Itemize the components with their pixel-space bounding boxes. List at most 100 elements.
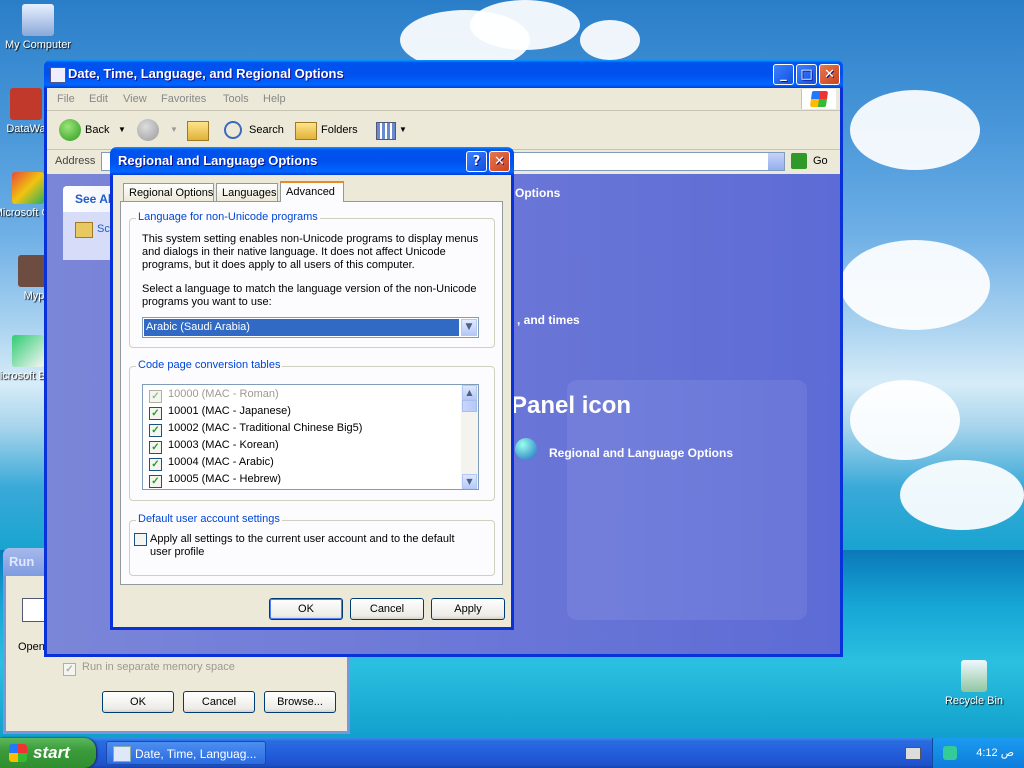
search-button[interactable]: Search: [249, 120, 284, 140]
checkbox-icon[interactable]: ✓: [149, 475, 162, 488]
forward-dropdown-icon[interactable]: ▼: [170, 120, 178, 140]
run-open-label: Open: [18, 641, 45, 653]
maximize-button[interactable]: □: [796, 64, 817, 85]
regional-options-link[interactable]: Regional and Language Options: [549, 446, 733, 460]
non-unicode-description: This system setting enables non-Unicode …: [142, 233, 479, 271]
language-selected-value: Arabic (Saudi Arabia): [144, 319, 459, 336]
menu-bar: File Edit View Favorites Tools Help: [47, 88, 840, 111]
cancel-button[interactable]: Cancel: [350, 598, 424, 620]
menu-view[interactable]: View: [123, 93, 147, 105]
globe-icon: [515, 438, 537, 460]
non-unicode-select-prompt: Select a language to match the language …: [142, 283, 477, 308]
views-dropdown-icon[interactable]: ▼: [399, 120, 407, 140]
default-user-group-label: Default user account settings: [136, 513, 282, 525]
chevron-down-icon[interactable]: [768, 153, 784, 170]
toolbar: Back ▼ ▼ Search Folders ▼: [47, 111, 840, 150]
scheduled-tasks-icon: [75, 222, 93, 238]
control-panel-icon-heading: Panel icon: [511, 392, 632, 419]
my-computer-icon: [22, 4, 54, 36]
go-arrow-icon[interactable]: [791, 153, 807, 169]
non-unicode-group: Language for non-Unicode programs This s…: [129, 211, 495, 348]
apply-default-checkbox[interactable]: [134, 533, 147, 546]
desktop-icon-recycle-bin[interactable]: Recycle Bin: [934, 660, 1014, 707]
scroll-up-icon[interactable]: ▲: [462, 385, 477, 400]
menu-edit[interactable]: Edit: [89, 93, 108, 105]
desktop-icon-my-computer[interactable]: My Computer: [0, 4, 78, 51]
dialog-titlebar[interactable]: Regional and Language Options ? ✕: [110, 147, 514, 175]
advanced-tab-panel: Language for non-Unicode programs This s…: [120, 201, 503, 585]
dialog-title: Regional and Language Options: [118, 153, 318, 168]
run-browse-button[interactable]: Browse...: [264, 691, 336, 713]
control-panel-icon: [50, 67, 66, 83]
folders-button[interactable]: Folders: [321, 120, 358, 140]
views-icon[interactable]: [376, 122, 396, 140]
scroll-down-icon[interactable]: ▼: [462, 474, 477, 489]
explorer-titlebar[interactable]: Date, Time, Language, and Regional Optio…: [44, 60, 843, 88]
control-panel-icon: [113, 746, 131, 762]
apply-default-label: Apply all settings to the current user a…: [150, 533, 455, 558]
shortcut-icon: [10, 88, 42, 120]
close-button[interactable]: ✕: [819, 64, 840, 85]
ok-button[interactable]: OK: [269, 598, 343, 620]
code-page-group: Code page conversion tables ✓ 10000 (MAC …: [129, 359, 495, 501]
run-ok-button[interactable]: OK: [102, 691, 174, 713]
scroll-thumb[interactable]: [462, 400, 477, 412]
checkbox-icon[interactable]: ✓: [149, 458, 162, 471]
back-button[interactable]: Back: [85, 120, 109, 140]
system-tray: 4:12 ص: [932, 738, 1024, 768]
windows-logo-icon: [801, 89, 836, 109]
start-button[interactable]: start: [0, 738, 96, 768]
folders-icon: [295, 122, 317, 140]
visual-cpp-icon: [12, 172, 44, 204]
non-unicode-group-label: Language for non-Unicode programs: [136, 211, 320, 223]
search-icon: [224, 121, 242, 139]
dialog-close-button[interactable]: ✕: [489, 151, 510, 172]
run-memory-checkbox[interactable]: ✓ Run in separate memory space: [63, 661, 235, 676]
list-item[interactable]: ✓ 10005 (MAC - Hebrew): [149, 471, 281, 488]
menu-file[interactable]: File: [57, 93, 75, 105]
back-dropdown-icon[interactable]: ▼: [118, 120, 126, 140]
up-folder-icon[interactable]: [187, 121, 209, 141]
menu-tools[interactable]: Tools: [223, 93, 249, 105]
keyboard-icon[interactable]: [905, 747, 921, 760]
checkbox-icon[interactable]: ✓: [149, 407, 162, 420]
code-page-list[interactable]: ✓ 10000 (MAC - Roman) ✓ 10001 (MAC - Japan…: [142, 384, 479, 490]
list-item[interactable]: ✓ 10001 (MAC - Japanese): [149, 403, 291, 420]
default-user-group: Default user account settings Apply all …: [129, 513, 495, 576]
language-bar-icon[interactable]: [943, 746, 957, 760]
visual-basic-icon: [12, 335, 44, 367]
go-button[interactable]: Go: [813, 155, 828, 167]
list-item[interactable]: ✓ 10002 (MAC - Traditional Chinese Big5): [149, 420, 362, 437]
help-button[interactable]: ?: [466, 151, 487, 172]
back-arrow-icon[interactable]: [59, 119, 81, 141]
address-label: Address: [55, 155, 96, 167]
tab-languages[interactable]: Languages: [216, 183, 278, 201]
regional-language-dialog: Regional and Language Options ? ✕ Region…: [110, 147, 514, 630]
tab-advanced[interactable]: Advanced: [280, 181, 344, 202]
window-title: Date, Time, Language, and Regional Optio…: [68, 66, 344, 81]
clock[interactable]: 4:12 ص: [976, 747, 1014, 759]
list-item[interactable]: ✓ 10000 (MAC - Roman): [149, 386, 279, 403]
tab-regional-options[interactable]: Regional Options: [123, 183, 214, 201]
windows-logo-icon: [9, 744, 27, 762]
taskbar-window-button[interactable]: Date, Time, Languag...: [106, 741, 266, 765]
code-page-scrollbar[interactable]: ▲ ▼: [461, 385, 478, 489]
chevron-down-icon[interactable]: ▼: [461, 319, 477, 336]
menu-favorites[interactable]: Favorites: [161, 93, 206, 105]
code-page-group-label: Code page conversion tables: [136, 359, 283, 371]
recycle-bin-icon: [961, 660, 987, 692]
forward-arrow-icon[interactable]: [137, 119, 159, 141]
list-item[interactable]: ✓ 10004 (MAC - Arabic): [149, 454, 274, 471]
checkbox-icon[interactable]: ✓: [149, 424, 162, 437]
language-select[interactable]: Arabic (Saudi Arabia) ▼: [142, 317, 479, 338]
apply-button[interactable]: Apply: [431, 598, 505, 620]
taskbar: start Date, Time, Languag... 4:12 ص: [0, 738, 1024, 768]
menu-help[interactable]: Help: [263, 93, 286, 105]
task-link[interactable]: , and times: [517, 313, 580, 327]
checkbox-icon[interactable]: ✓: [149, 441, 162, 454]
pick-task-heading: Options: [515, 186, 561, 200]
minimize-button[interactable]: _: [773, 64, 794, 85]
list-item[interactable]: ✓ 10003 (MAC - Korean): [149, 437, 279, 454]
checkbox-icon: ✓: [63, 663, 76, 676]
run-cancel-button[interactable]: Cancel: [183, 691, 255, 713]
